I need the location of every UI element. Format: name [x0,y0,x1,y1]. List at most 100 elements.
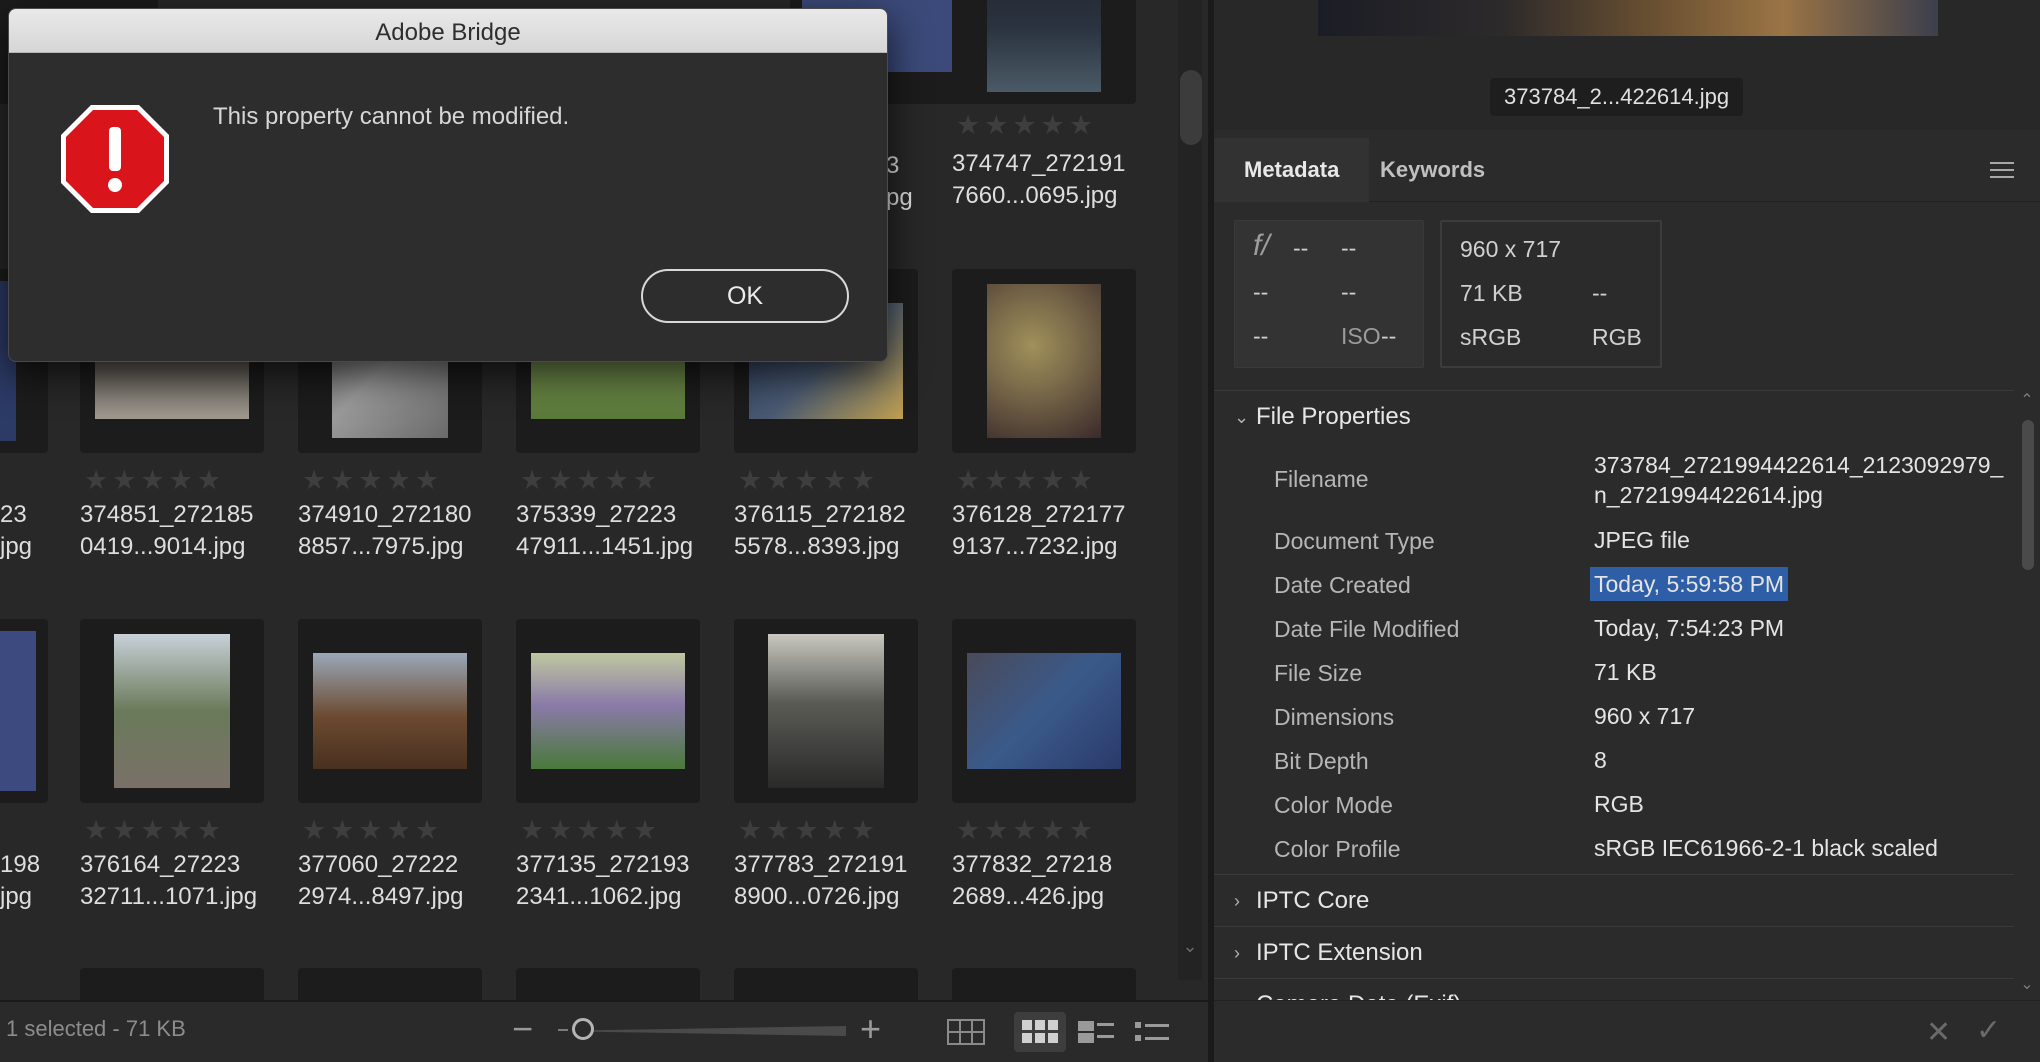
rating-stars[interactable]: ★★★★★ [956,110,1097,141]
zoom-in-icon[interactable]: + [860,1008,881,1050]
filename-line1: 375339_27223 [516,501,677,528]
field-label: File Size [1274,660,1363,686]
rating-stars[interactable]: ★★★★★ [956,465,1097,496]
zoom-out-icon[interactable]: − [512,1008,533,1050]
thumbnail-image[interactable] [952,269,1136,453]
thumbnail-image[interactable] [516,619,700,803]
placard-color-mode: RGB [1592,324,1642,350]
thumbnail-size-slider[interactable] [558,1018,848,1040]
field-label: Date Created [1274,572,1411,598]
thumbnail-image[interactable] [952,619,1136,803]
field-value: RGB [1594,791,1644,817]
thumbnail-grid-icon [1022,1020,1058,1043]
preview-filename: 373784_2...422614.jpg [1490,78,1744,116]
checkmark-icon[interactable]: ✓ [1976,1013,2001,1048]
rating-stars[interactable]: ★★★★★ [520,815,661,846]
thumbnail-image[interactable] [298,619,482,803]
chevron-down-icon[interactable]: ⌄ [2014,974,2040,994]
thumbnail-image[interactable] [80,619,264,803]
chevron-up-icon[interactable]: ⌃ [2014,390,2040,410]
field-label: Filename [1274,466,1369,492]
tab-metadata[interactable]: Metadata [1214,138,1370,202]
chevron-right-icon[interactable]: › [1234,927,1240,979]
view-thumbnails-button[interactable] [1014,1012,1066,1052]
section-file-properties[interactable]: ⌄ File Properties [1214,390,2014,442]
filename-line1: 377832_27218 [952,851,1113,878]
field-value: 960 x 717 [1594,703,1696,729]
content-scrollbar[interactable]: ⌄ [1178,0,1202,980]
filename-line2: 2689...426.jpg [952,883,1105,910]
metadata-placard: f/ -- -- -- -- -- ISO -- 960 x 717 71 KB… [1234,220,1786,368]
metadata-panel: 373784_2...422614.jpg Metadata Keywords … [1214,0,2040,1062]
view-details-button[interactable] [1070,1012,1122,1052]
ok-button[interactable]: OK [641,269,849,323]
thumbnail-image[interactable] [952,968,1136,1000]
scrollbar-thumb[interactable] [1180,70,1202,145]
chevron-right-icon[interactable]: › [1234,875,1240,927]
section-iptc-core[interactable]: › IPTC Core [1214,874,2014,926]
filename-line1: 376164_27223 [80,851,241,878]
field-value: 373784_2721994422614_2123092979_n_272199… [1594,452,2004,508]
preview-image[interactable] [1318,0,1938,36]
rating-stars[interactable]: ★★★★★ [302,465,443,496]
status-bar: 1 selected - 71 KB − + [0,1000,1208,1062]
thumbnail-image[interactable] [734,619,918,803]
thumbnail-image[interactable] [298,968,482,1000]
dialog-titlebar[interactable]: Adobe Bridge [9,9,887,53]
section-label: Camera Data (Exif) [1256,979,1461,1000]
rating-stars[interactable]: ★★★★★ [84,465,225,496]
rating-stars[interactable]: ★★★★★ [738,465,879,496]
section-label: File Properties [1256,403,1411,430]
thumbnail-image[interactable] [516,968,700,1000]
tab-keywords[interactable]: Keywords [1350,138,1515,202]
rating-stars[interactable]: ★★★★★ [738,815,879,846]
details-view-icon [1078,1021,1114,1043]
scrollbar-thumb[interactable] [2022,420,2034,570]
field-value-selected[interactable]: Today, 5:59:58 PM [1590,567,1789,601]
placard-size: 71 KB [1460,280,1523,306]
metadata-scrollbar[interactable]: ⌃ ⌄ [2014,390,2040,1000]
field-label: Color Profile [1274,836,1401,862]
rating-stars[interactable]: ★★★★★ [84,815,225,846]
selection-status: 1 selected - 71 KB [6,1016,186,1041]
rating-stars[interactable]: ★★★★★ [302,815,443,846]
thumbnail-image[interactable] [80,968,264,1000]
view-list-button[interactable] [1126,1012,1178,1052]
dialog-message: This property cannot be modified. [213,103,570,130]
placard-resolution: -- [1592,280,1608,306]
filename-line1: 376128_272177 [952,501,1126,528]
metadata-row: Filename 373784_2721994422614_2123092979… [1214,452,2014,512]
filename-line2: 9137...7232.jpg [952,533,1118,560]
lock-grid-button[interactable] [940,1012,992,1052]
filename-line2: 47911...1451.jpg [516,533,694,560]
file-placard: 960 x 717 71 KB -- sRGB RGB [1440,220,1662,368]
alert-stop-icon [61,105,169,213]
chevron-right-icon[interactable]: › [1234,979,1240,1000]
rating-stars[interactable]: ★★★★★ [520,465,661,496]
thumbnail-image[interactable] [952,0,1136,104]
metadata-list[interactable]: ⌄ File Properties Filename 373784_272199… [1214,390,2014,1000]
thumbnail-image[interactable] [0,619,48,803]
iso-value: -- [1381,323,1397,349]
aperture-icon: f/ [1253,229,1270,262]
hamburger-menu-icon[interactable] [1990,162,2014,183]
camera-placard: f/ -- -- -- -- -- ISO -- [1234,220,1424,368]
focal-length-value: -- [1253,323,1269,349]
section-camera-data[interactable]: › Camera Data (Exif) [1214,978,2014,1000]
slider-knob[interactable] [572,1018,594,1040]
thumbnail-image[interactable] [734,968,918,1000]
filename-line1: 376115_272182 [734,501,906,528]
slider-track[interactable] [580,1026,846,1036]
chevron-down-icon[interactable]: ⌄ [1234,391,1249,443]
chevron-down-icon[interactable]: ⌄ [1178,936,1202,957]
preview-panel: 373784_2...422614.jpg [1214,0,2040,130]
field-value: sRGB IEC61966-2-1 black scaled [1594,835,1938,861]
panel-footer: ✕ ✓ [1214,1000,2040,1062]
section-iptc-extension[interactable]: › IPTC Extension [1214,926,2014,978]
field-value: 8 [1594,747,1607,773]
field-label: Dimensions [1274,704,1395,730]
section-label: IPTC Core [1256,887,1370,914]
shutter-value: -- [1341,235,1357,261]
rating-stars[interactable]: ★★★★★ [956,815,1097,846]
x-icon[interactable]: ✕ [1926,1015,1951,1050]
